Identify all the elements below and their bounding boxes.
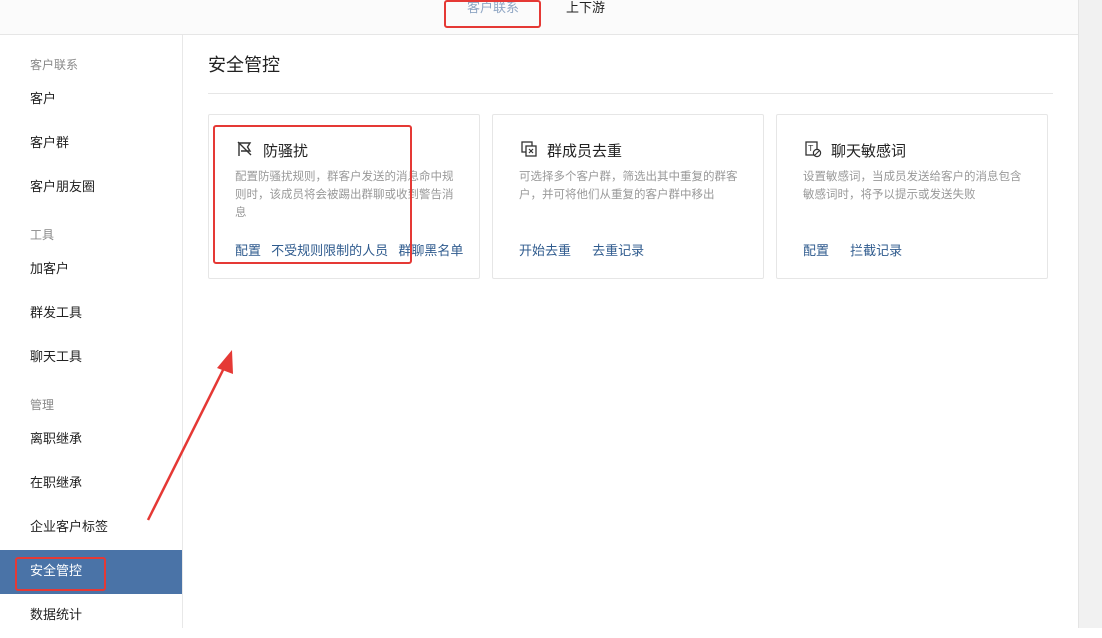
tab-customer-contact[interactable]: 客户联系 bbox=[446, 0, 540, 22]
card-links: 开始去重 去重记录 bbox=[519, 240, 661, 259]
card-description: 配置防骚扰规则，群客户发送的消息命中规则时，该成员将会被踢出群聊或收到警告消息 bbox=[235, 169, 454, 219]
sidebar-item-customer-group[interactable]: 客户群 bbox=[0, 122, 182, 166]
sidebar-group-tools: 工具 bbox=[30, 228, 55, 242]
sidebar-item-mass-send[interactable]: 群发工具 bbox=[0, 292, 182, 336]
intercept-records-link[interactable]: 拦截记录 bbox=[850, 244, 902, 259]
configure-link[interactable]: 配置 bbox=[803, 244, 829, 259]
sidebar-group-customer-contact: 客户联系 bbox=[30, 58, 79, 72]
sidebar-item-statistics[interactable]: 数据统计 bbox=[0, 594, 182, 638]
start-dedupe-link[interactable]: 开始去重 bbox=[519, 244, 571, 259]
annotation-arrow bbox=[146, 350, 233, 521]
card-description: 可选择多个客户群，筛选出其中重复的群客户，并可将他们从重复的客户群中移出 bbox=[519, 169, 738, 201]
title-divider bbox=[208, 93, 1053, 94]
configure-link[interactable]: 配置 bbox=[235, 244, 261, 259]
svg-text:T: T bbox=[807, 144, 813, 153]
sidebar-item-security-control[interactable]: 安全管控 bbox=[0, 550, 182, 594]
dedupe-group-icon bbox=[521, 141, 537, 157]
card-title: 群成员去重 bbox=[547, 142, 623, 160]
card-sensitive-words: T 聊天敏感词 设置敏感词，当成员发送给客户的消息包含敏感词时，将予以提示或发送… bbox=[776, 114, 1048, 279]
card-title: 防骚扰 bbox=[263, 142, 309, 160]
card-anti-harassment: 防骚扰 配置防骚扰规则，群客户发送的消息命中规则时，该成员将会被踢出群聊或收到警… bbox=[208, 114, 480, 279]
no-disturb-flag-icon bbox=[237, 141, 252, 156]
exempt-members-link[interactable]: 不受规则限制的人员 bbox=[271, 244, 388, 259]
card-description: 设置敏感词，当成员发送给客户的消息包含敏感词时，将予以提示或发送失败 bbox=[803, 169, 1022, 201]
page-title: 安全管控 bbox=[208, 55, 280, 76]
dedupe-records-link[interactable]: 去重记录 bbox=[592, 244, 644, 259]
card-dedupe-members: 群成员去重 可选择多个客户群，筛选出其中重复的群客户，并可将他们从重复的客户群中… bbox=[492, 114, 764, 279]
sidebar: 客户联系 客户 客户群 客户朋友圈 工具 加客户 群发工具 聊天工具 管理 离职… bbox=[0, 35, 183, 628]
card-links: 配置 拦截记录 bbox=[803, 240, 919, 259]
sidebar-group-management: 管理 bbox=[30, 398, 55, 412]
tab-upstream-downstream[interactable]: 上下游 bbox=[566, 0, 605, 22]
sidebar-item-customer[interactable]: 客户 bbox=[0, 78, 182, 122]
group-blacklist-link[interactable]: 群聊黑名单 bbox=[398, 244, 463, 259]
page-scrollbar[interactable] bbox=[1078, 0, 1102, 628]
card-title: 聊天敏感词 bbox=[831, 142, 907, 160]
sidebar-item-customer-moments[interactable]: 客户朋友圈 bbox=[0, 166, 182, 210]
card-links: 配置 不受规则限制的人员 群聊黑名单 bbox=[235, 240, 480, 259]
top-tab-bar: 客户联系 上下游 bbox=[0, 0, 1078, 35]
sensitive-word-icon: T bbox=[805, 141, 822, 158]
sidebar-item-add-customer[interactable]: 加客户 bbox=[0, 248, 182, 292]
main-content: 安全管控 防骚扰 配置防骚扰规则，群客户发送的消息命中规则时，该成员将会被踢出群… bbox=[183, 35, 1078, 628]
